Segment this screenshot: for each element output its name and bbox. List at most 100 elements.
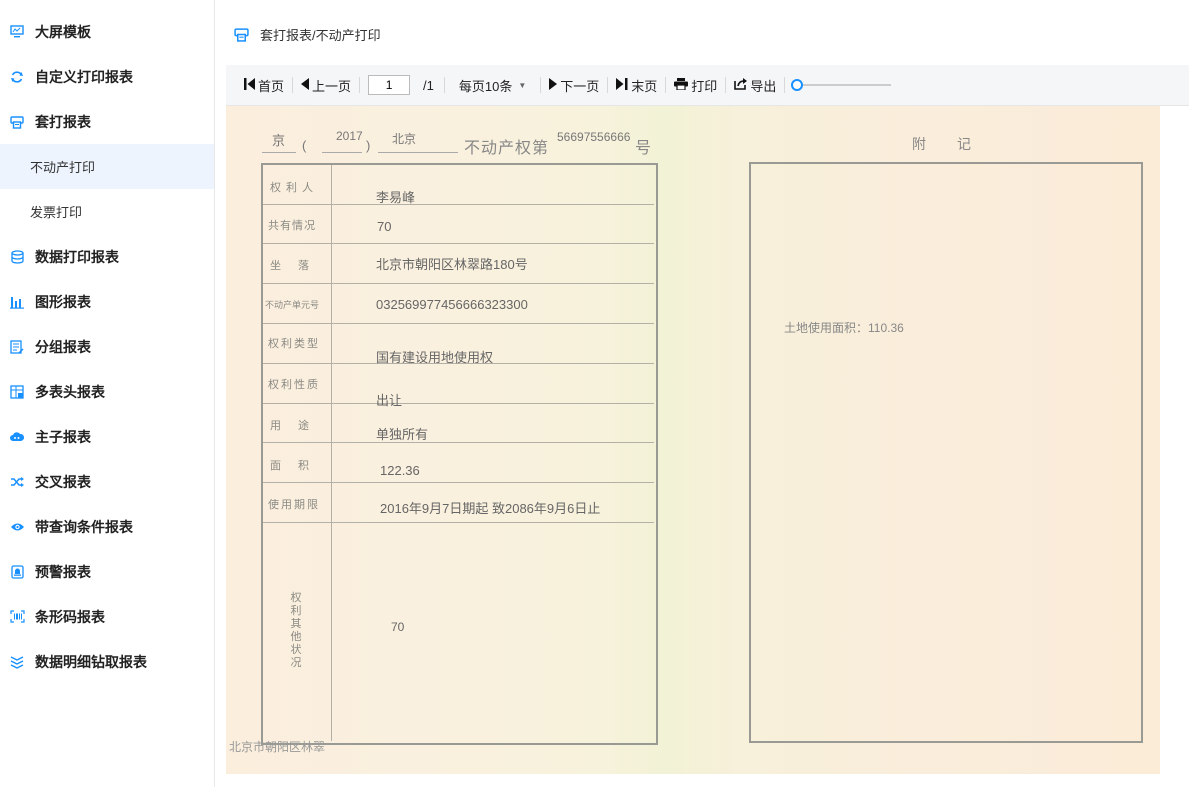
breadcrumb: 套打报表/不动产打印 <box>234 24 381 44</box>
sidebar-item-data-print[interactable]: 数据打印报表 <box>0 234 214 279</box>
header-jing: 京 <box>272 133 286 148</box>
sidebar-item-chart-report[interactable]: 图形报表 <box>0 279 214 324</box>
value-location: 北京市朝阳区林翠路180号 <box>376 257 528 272</box>
sidebar-item-label: 不动产打印 <box>30 160 96 175</box>
export-button[interactable]: 导出 <box>726 74 784 96</box>
sidebar-item-barcode-report[interactable]: 条形码报表 <box>0 594 214 639</box>
value-rights-nature: 出让 <box>376 393 403 408</box>
sidebar-item-query-report[interactable]: 带查询条件报表 <box>0 504 214 549</box>
value-other-status: 70 <box>391 620 405 634</box>
row-divider <box>263 442 654 443</box>
zoom-slider-handle[interactable] <box>791 79 804 91</box>
first-page-label: 首页 <box>258 78 285 94</box>
page-total: /1 <box>423 77 434 93</box>
value-rights-holder: 李易峰 <box>376 190 416 205</box>
sidebar-item-custom-print[interactable]: 自定义打印报表 <box>0 54 214 99</box>
sidebar-item-cross-report[interactable]: 交叉报表 <box>0 459 214 504</box>
sidebar-item-label: 套打报表 <box>35 113 91 130</box>
underline <box>378 152 458 153</box>
sidebar-item-group-report[interactable]: 分组报表 <box>0 324 214 369</box>
last-page-button[interactable]: 末页 <box>608 74 665 96</box>
sidebar-item-invoice-print[interactable]: 发票打印 <box>0 189 214 234</box>
toolbar-divider <box>359 77 361 93</box>
cloud-icon <box>9 429 25 445</box>
prev-page-button[interactable]: 上一页 <box>293 74 359 96</box>
toolbar-divider <box>784 77 786 93</box>
export-icon <box>734 77 748 93</box>
sidebar-item-real-estate-print[interactable]: 不动产打印 <box>0 144 214 189</box>
sidebar-item-alert-report[interactable]: 预警报表 <box>0 549 214 594</box>
sidebar-item-label: 大屏模板 <box>35 23 91 40</box>
layers-icon <box>9 654 25 670</box>
sidebar-item-multi-header-report[interactable]: 多表头报表 <box>0 369 214 414</box>
caret-right-icon <box>549 77 558 93</box>
row-label-rights-type: 权利类型 <box>268 338 320 350</box>
sidebar-item-label: 带查询条件报表 <box>35 518 133 535</box>
certificate-preview: 京 ( 2017 ) 北京 不动产权第 56697556666 号 附 记 权利… <box>226 106 1160 774</box>
next-page-button[interactable]: 下一页 <box>541 74 607 96</box>
print-button[interactable]: 打印 <box>666 74 725 96</box>
eye-icon <box>9 519 25 535</box>
rights-table-frame <box>261 163 658 745</box>
first-page-button[interactable]: 首页 <box>236 74 292 96</box>
database-icon <box>9 249 25 265</box>
refresh-icon <box>9 69 25 85</box>
report-toolbar: 首页 上一页 /1 每页10条 ▼ 下一页 末页 打印 <box>226 65 1189 106</box>
page-size-select[interactable]: 每页10条 ▼ <box>445 76 540 95</box>
value-area: 122.36 <box>380 463 420 478</box>
notes-text: 土地使用面积：110.36 <box>784 321 904 335</box>
row-divider <box>263 243 654 244</box>
footer-address: 北京市朝阳区林翠 <box>229 740 326 754</box>
row-divider <box>263 204 654 205</box>
caret-left-icon <box>301 77 310 93</box>
row-divider <box>263 323 654 324</box>
sidebar-item-label: 多表头报表 <box>35 383 105 400</box>
row-label-usage: 用 途 <box>270 420 312 432</box>
printer-icon <box>234 26 250 42</box>
row-divider <box>263 482 654 483</box>
last-page-icon <box>616 77 628 93</box>
zoom-slider[interactable] <box>791 78 892 92</box>
sidebar-item-master-detail-report[interactable]: 主子报表 <box>0 414 214 459</box>
row-label-other-status: 权利其他状况 <box>290 592 302 669</box>
row-label-co-ownership: 共有情况 <box>268 220 316 232</box>
header-year: 2017 <box>336 129 363 143</box>
sidebar-item-label: 发票打印 <box>30 205 83 220</box>
prev-page-label: 上一页 <box>312 78 352 94</box>
table-header-icon <box>9 384 25 400</box>
sidebar-item-label: 预警报表 <box>35 563 91 580</box>
sidebar-item-label: 自定义打印报表 <box>35 68 133 85</box>
row-label-area: 面 积 <box>270 460 312 472</box>
header-hao: 号 <box>635 140 653 157</box>
sidebar-item-label: 交叉报表 <box>35 473 91 490</box>
header-cert-number: 56697556666 <box>557 130 631 144</box>
export-label: 导出 <box>750 78 777 94</box>
shuffle-icon <box>9 474 25 490</box>
list-edit-icon <box>9 339 25 355</box>
sidebar-item-template-print[interactable]: 套打报表 <box>0 99 214 144</box>
barcode-icon <box>9 609 25 625</box>
underline <box>262 152 296 153</box>
sidebar-item-dashboard-template[interactable]: 大屏模板 <box>0 9 214 54</box>
underline <box>322 152 362 153</box>
page-number-input[interactable] <box>368 75 411 95</box>
sidebar-item-label: 条形码报表 <box>35 608 105 625</box>
value-term: 2016年9月7日期起 致2086年9月6日止 <box>380 501 601 516</box>
sidebar-item-drilldown-report[interactable]: 数据明细钻取报表 <box>0 639 214 684</box>
first-page-icon <box>244 77 255 93</box>
sidebar-item-label: 数据明细钻取报表 <box>35 653 147 670</box>
header-cert-title: 不动产权第 <box>464 140 550 157</box>
header-city: 北京 <box>392 132 417 146</box>
value-co-ownership: 70 <box>377 219 392 234</box>
value-unit-number: 032569977456666323300 <box>376 297 528 312</box>
print-icon <box>674 77 689 93</box>
zoom-slider-track <box>795 84 892 86</box>
print-label: 打印 <box>691 78 718 94</box>
last-page-label: 末页 <box>631 78 658 94</box>
breadcrumb-text: 套打报表/不动产打印 <box>260 27 381 43</box>
sidebar: 大屏模板 自定义打印报表 套打报表 不动产打印 发票打印 数据打印报表 图形报表… <box>0 0 215 787</box>
sidebar-item-label: 图形报表 <box>35 293 91 310</box>
row-label-rights-nature: 权利性质 <box>268 379 320 391</box>
chevron-down-icon: ▼ <box>518 80 527 90</box>
header-fuji: 附 记 <box>912 138 972 153</box>
